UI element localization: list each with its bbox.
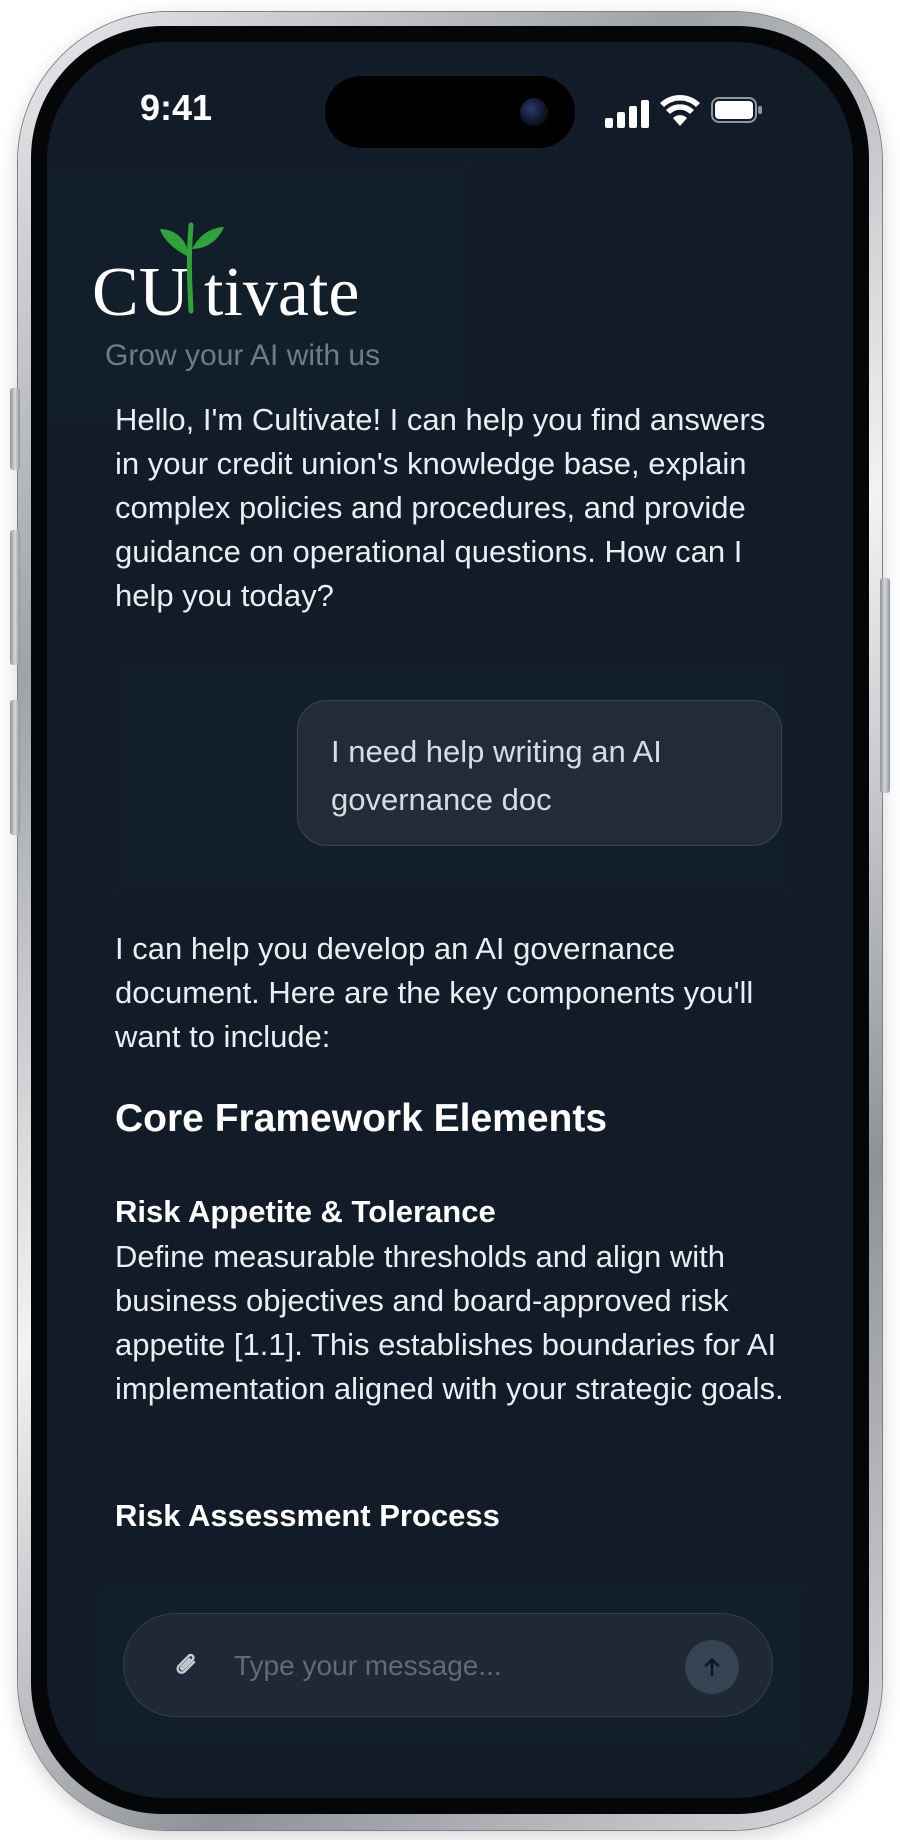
paperclip-icon[interactable]: [172, 1650, 202, 1680]
message-composer: [123, 1613, 773, 1717]
app-tagline: Grow your AI with us: [105, 339, 381, 372]
reply-section-title: Risk Appetite & Tolerance: [115, 1194, 496, 1229]
volume-down-button: [10, 700, 20, 835]
svg-text:tivate: tivate: [204, 254, 359, 327]
app-header: CU tivate Grow your AI with us: [47, 167, 467, 427]
status-time: 9:41: [140, 87, 213, 128]
screen: 9:41 CU tivate Grow your AI with us Hell…: [47, 42, 853, 1798]
reply-section-body: Define measurable thresholds and align w…: [115, 1239, 784, 1406]
volume-up-button: [10, 530, 20, 665]
arrow-up-icon: [704, 1658, 720, 1677]
wifi-icon: [660, 95, 700, 126]
battery-icon: [711, 97, 762, 123]
svg-text:CU: CU: [92, 254, 189, 327]
reply-section-title: Risk Assessment Process: [115, 1498, 500, 1533]
assistant-welcome-message: Hello, I'm Cultivate! I can help you fin…: [115, 402, 766, 613]
dynamic-island: [325, 76, 575, 148]
reply-heading: Core Framework Elements: [115, 1097, 608, 1140]
side-button: [880, 578, 890, 793]
user-message-text: I need help writing an AI governance doc: [331, 734, 662, 817]
cellular-signal-icon: [605, 100, 651, 128]
send-button[interactable]: [685, 1640, 739, 1694]
user-message-bubble: I need help writing an AI governance doc: [297, 700, 782, 846]
action-button: [10, 388, 20, 470]
assistant-reply-intro: I can help you develop an AI governance …: [115, 931, 754, 1054]
cultivate-logo: CU tivate: [92, 222, 359, 327]
message-input[interactable]: [232, 1638, 656, 1694]
camera-icon: [520, 98, 548, 126]
